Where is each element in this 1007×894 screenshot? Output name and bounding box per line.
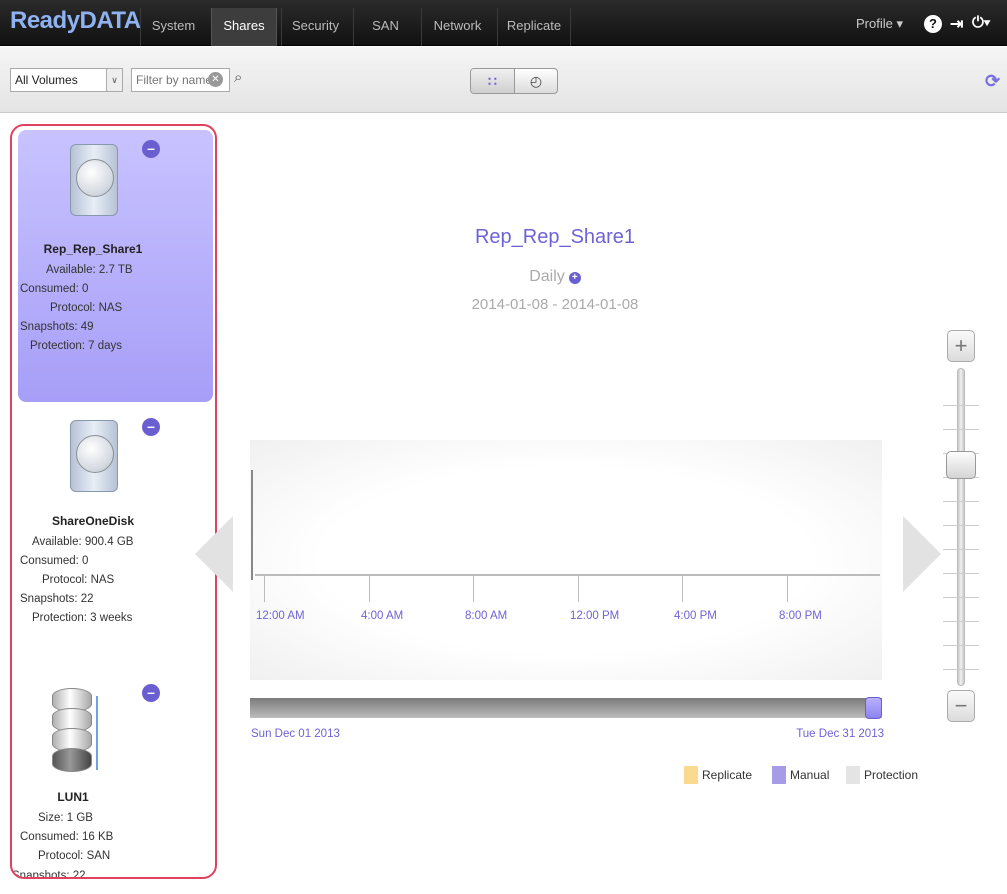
zoom-slider-thumb[interactable]	[946, 451, 976, 479]
zoom-tick	[943, 645, 979, 646]
zoom-tick	[943, 525, 979, 526]
share-card-shareonedisk[interactable]: – ShareOneDisk Available: 900.4 GB Consu…	[18, 406, 213, 646]
volume-select[interactable]: All Volumes ∨	[10, 68, 123, 92]
share-consumed: Consumed: 0	[20, 283, 89, 295]
timeline-tick	[682, 576, 683, 602]
toolbar: All Volumes ∨ ✕ ⌕ ∷ ◴ ⟳	[0, 47, 1007, 113]
zoom-tick	[943, 429, 979, 430]
share-available: Available: 2.7 TB	[46, 264, 133, 276]
tab-san[interactable]: SAN	[353, 8, 417, 46]
legend-label: Protection	[864, 768, 919, 782]
share-name: LUN1	[57, 790, 89, 804]
timeline-view-icon[interactable]: ◴	[515, 69, 557, 93]
profile-menu[interactable]: Profile ▾	[856, 16, 903, 32]
tab-replicate[interactable]: Replicate	[497, 8, 571, 46]
share-card-rep-rep-share1[interactable]: – Rep_Rep_Share1 Available: 2.7 TB Consu…	[18, 130, 213, 402]
app-logo[interactable]: ReadyDATA	[10, 7, 141, 35]
range-start-label: Sun Dec 01 2013	[251, 728, 340, 740]
timeline-tick	[369, 576, 370, 602]
zoom-tick	[943, 669, 979, 670]
grid-view-icon[interactable]: ∷	[471, 69, 515, 93]
range-end-label: Tue Dec 31 2013	[796, 728, 884, 740]
disk-icon	[70, 420, 118, 492]
share-protocol: Protocol: NAS	[42, 574, 115, 586]
timeline-tick-label: 8:00 PM	[779, 610, 822, 622]
share-snapshots: Snapshots: 22	[12, 870, 86, 879]
chevron-down-icon[interactable]: ∨	[106, 69, 122, 91]
share-snapshots: Snapshots: 49	[20, 321, 94, 333]
previous-arrow-icon[interactable]	[195, 516, 233, 592]
timeline-title: Rep_Rep_Share1	[474, 226, 636, 248]
next-arrow-icon[interactable]	[903, 516, 941, 592]
timeline-tick	[578, 576, 579, 602]
zoom-out-button[interactable]: −	[947, 690, 975, 722]
timeline-tick-label: 8:00 AM	[465, 610, 508, 622]
disk-icon	[70, 144, 118, 216]
lun-icon	[52, 688, 98, 772]
question-icon[interactable]: ?	[924, 15, 942, 33]
timeline-tick-label: 4:00 PM	[674, 610, 717, 622]
remove-share-button[interactable]: –	[142, 418, 160, 436]
zoom-track[interactable]	[957, 368, 965, 686]
refresh-icon[interactable]: ⟳	[985, 71, 1000, 92]
share-available: Available: 900.4 GB	[32, 536, 134, 548]
zoom-tick	[943, 405, 979, 406]
zoom-in-button[interactable]: +	[947, 330, 975, 362]
view-toggle: ∷ ◴	[470, 68, 558, 94]
zoom-tick	[943, 621, 979, 622]
legend-swatch	[772, 766, 786, 784]
timeline-tick	[787, 576, 788, 602]
share-snapshots: Snapshots: 22	[20, 593, 94, 605]
remove-share-button[interactable]: –	[142, 140, 160, 158]
zoom-tick	[943, 573, 979, 574]
legend-label: Replicate	[702, 768, 753, 782]
timeline-frequency: Daily +	[430, 268, 680, 286]
legend-swatch	[684, 766, 698, 784]
share-card-lun1[interactable]: – LUN1 Size: 1 GB Consumed: 16 KB Protoc…	[12, 666, 213, 877]
timeline-tick	[473, 576, 474, 602]
tab-network[interactable]: Network	[421, 8, 493, 46]
share-size: Size: 1 GB	[38, 812, 93, 824]
share-name: Rep_Rep_Share1	[43, 242, 143, 256]
top-nav-bar: ReadyDATA System Shares Security SAN Net…	[0, 0, 1007, 46]
power-icon[interactable]: ⏻▾	[972, 14, 990, 31]
legend-item-replicate: Replicate	[684, 766, 752, 784]
share-protocol: Protocol: NAS	[50, 302, 123, 314]
zoom-tick	[943, 597, 979, 598]
timeline-start-marker	[251, 470, 253, 580]
logout-icon[interactable]: ⇥	[950, 14, 963, 34]
legend-item-manual: Manual	[772, 766, 829, 784]
legend-label: Manual	[790, 768, 830, 782]
share-protection: Protection: 3 weeks	[32, 612, 133, 624]
timeline-panel[interactable]	[250, 440, 882, 680]
share-name: ShareOneDisk	[51, 514, 135, 528]
clear-icon[interactable]: ✕	[208, 72, 223, 87]
share-protection: Protection: 7 days	[30, 340, 123, 352]
share-consumed: Consumed: 16 KB	[20, 831, 114, 843]
timeline-tick	[264, 576, 265, 602]
share-list: – Rep_Rep_Share1 Available: 2.7 TB Consu…	[10, 124, 217, 879]
zoom-tick	[943, 501, 979, 502]
tab-shares[interactable]: Shares	[211, 8, 277, 46]
legend-item-protection: Protection	[846, 766, 918, 784]
add-icon[interactable]: +	[568, 272, 581, 284]
share-protocol: Protocol: SAN	[38, 850, 111, 862]
timeline-date-range: 2014-01-08 - 2014-01-08	[471, 296, 639, 313]
share-consumed: Consumed: 0	[20, 555, 89, 567]
timeline-tick-label: 4:00 AM	[361, 610, 404, 622]
timeline-tick-label: 12:00 PM	[570, 610, 620, 622]
remove-share-button[interactable]: –	[142, 684, 160, 702]
date-range-slider[interactable]	[250, 698, 882, 718]
volume-select-value: All Volumes	[15, 73, 78, 87]
date-range-handle[interactable]	[865, 697, 882, 719]
tab-security[interactable]: Security	[281, 8, 349, 46]
tab-system[interactable]: System	[140, 8, 206, 46]
timeline-tick-label: 12:00 AM	[256, 610, 305, 622]
search-icon[interactable]: ⌕	[234, 69, 242, 86]
frequency-label: Daily	[529, 268, 565, 285]
legend-swatch	[846, 766, 860, 784]
zoom-tick	[943, 549, 979, 550]
